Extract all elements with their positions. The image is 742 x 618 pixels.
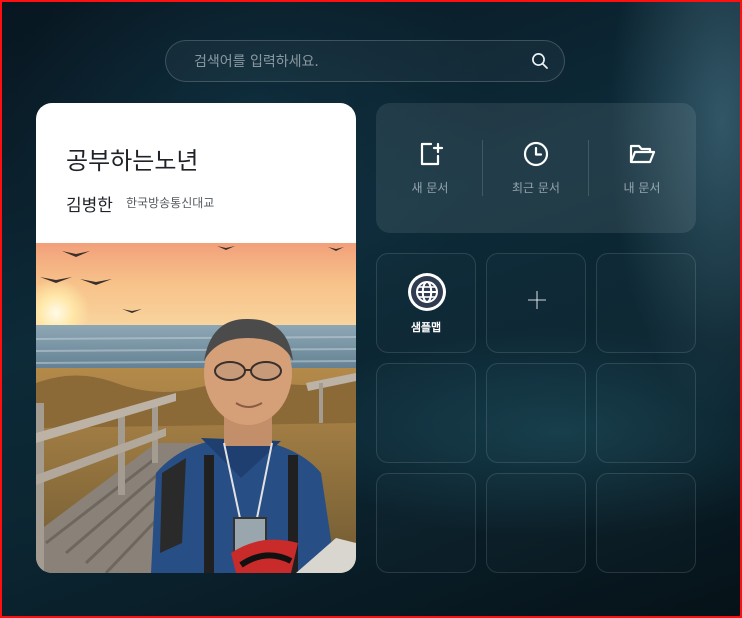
search-icon[interactable] (530, 51, 550, 71)
app-window: 공부하는노년 김병한 한국방송통신대교 (0, 0, 742, 618)
add-app-tile[interactable] (486, 253, 586, 353)
empty-tile (596, 473, 696, 573)
recent-documents-button[interactable]: 최근 문서 (486, 139, 586, 199)
profile-name: 김병한 (66, 196, 113, 216)
profile-organization: 한국방송통신대교 (126, 196, 215, 210)
new-document-icon (420, 142, 444, 166)
new-document-label: 새 문서 (411, 181, 449, 195)
my-documents-button[interactable]: 내 문서 (592, 139, 692, 199)
globe-icon (408, 273, 446, 311)
profile-title: 공부하는노년 (66, 147, 199, 175)
my-documents-label: 내 문서 (623, 181, 661, 195)
recent-documents-label: 최근 문서 (512, 181, 560, 195)
search-bar (165, 40, 565, 83)
empty-tile (376, 363, 476, 463)
empty-tile (596, 253, 696, 353)
profile-photo (36, 243, 356, 573)
empty-tile (486, 473, 586, 573)
app-tile-sample-map[interactable]: 샘플맵 (376, 253, 476, 353)
divider (588, 140, 589, 196)
app-label: 샘플맵 (410, 321, 442, 334)
profile-card: 공부하는노년 김병한 한국방송통신대교 (36, 103, 356, 573)
new-document-button[interactable]: 새 문서 (380, 139, 480, 199)
plus-icon (528, 291, 546, 309)
empty-tile (486, 363, 586, 463)
search-input[interactable] (192, 41, 516, 83)
clock-icon (523, 141, 549, 167)
empty-tile (596, 363, 696, 463)
folder-open-icon (629, 144, 656, 164)
empty-tile (376, 473, 476, 573)
quick-actions-panel: 새 문서 최근 문서 내 문서 (376, 103, 696, 233)
divider (482, 140, 483, 196)
